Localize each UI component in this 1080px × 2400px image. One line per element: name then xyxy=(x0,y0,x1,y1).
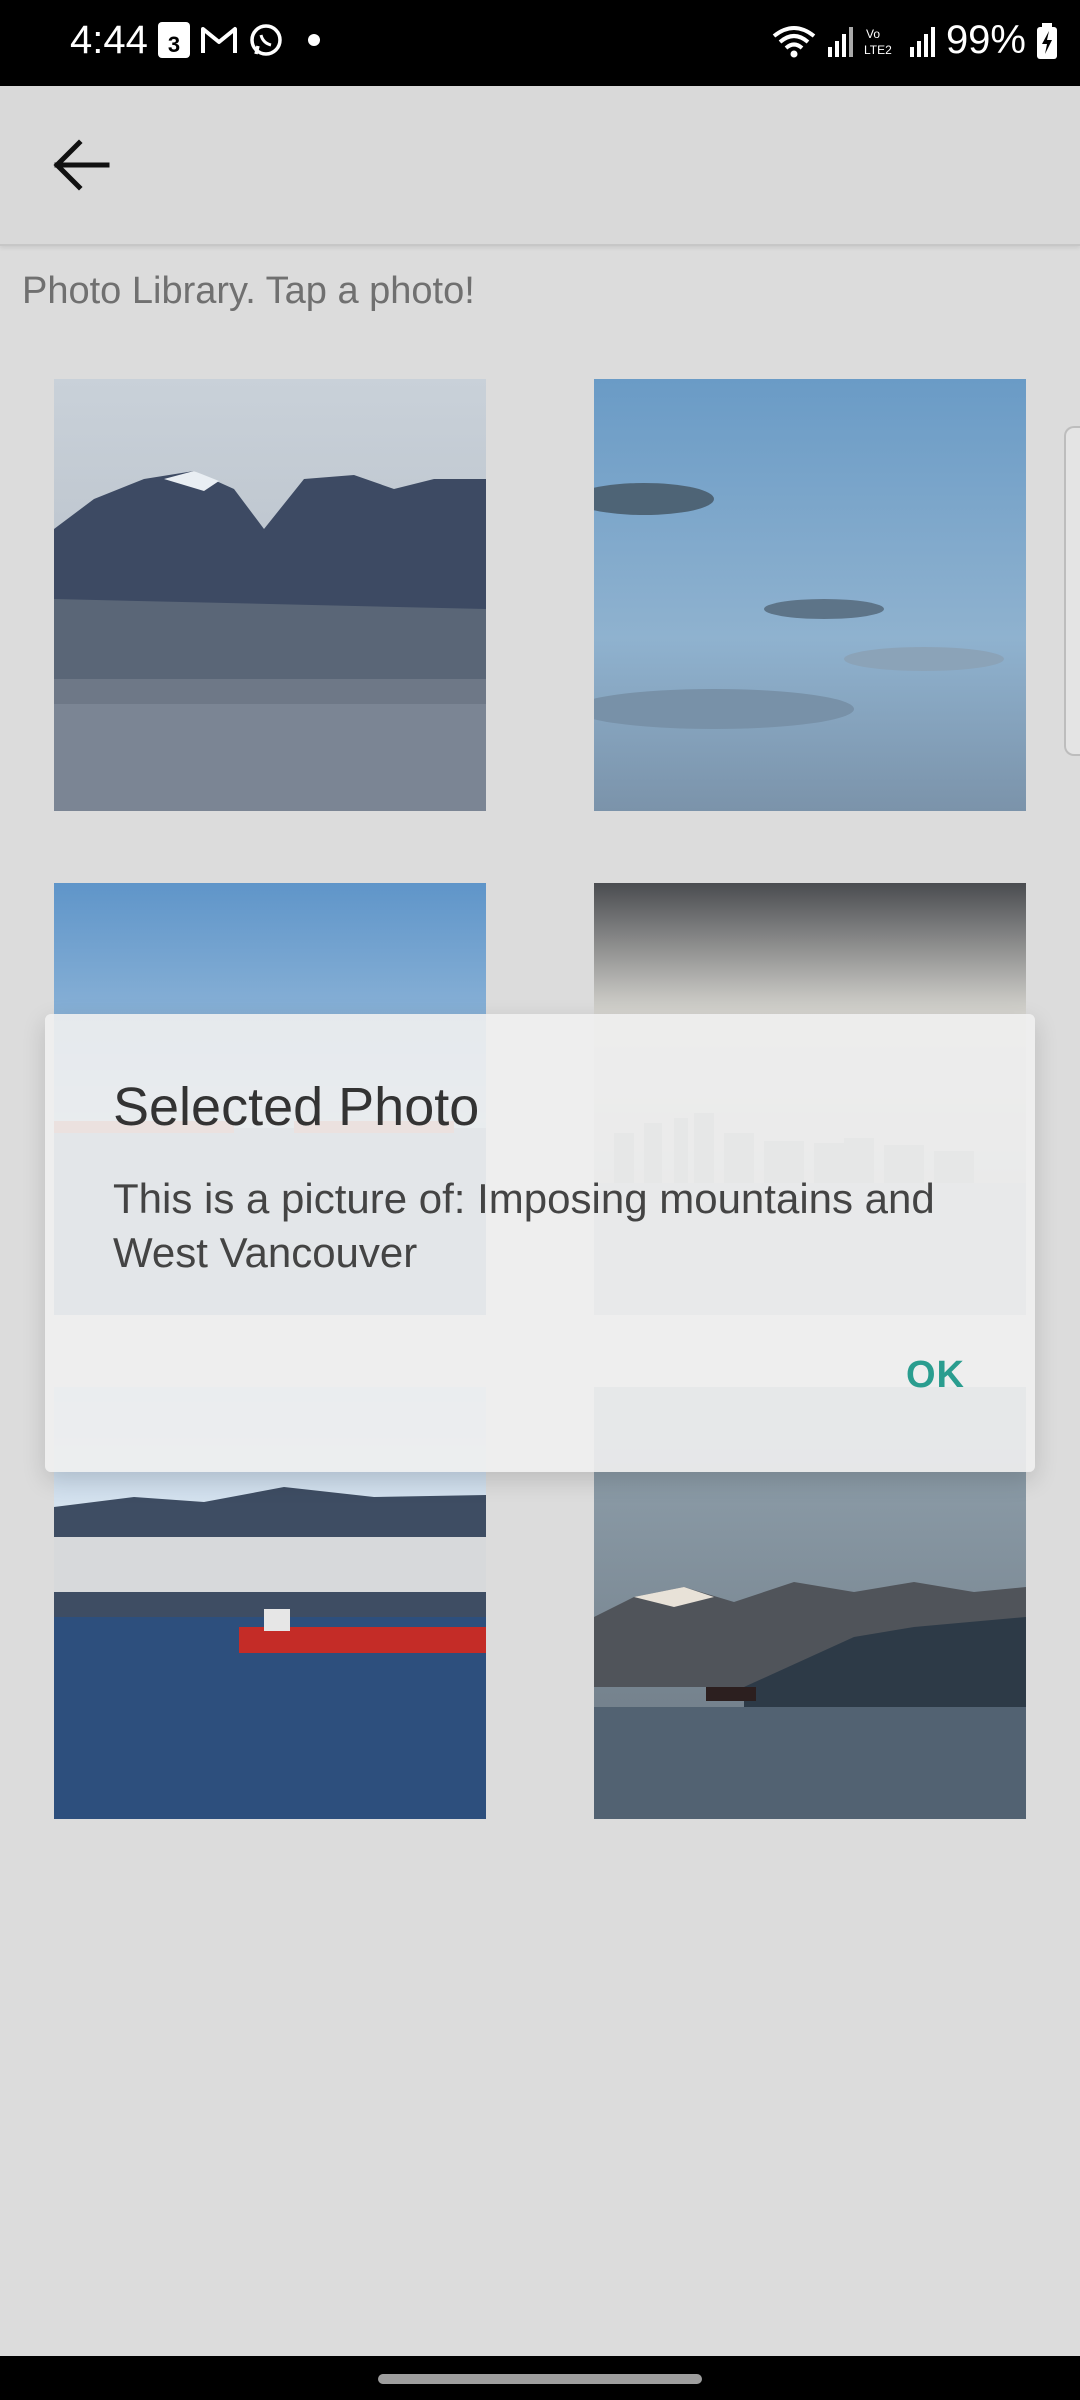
clock: 4:44 xyxy=(70,18,148,62)
status-bar: 4:44 3 Vo LTE2 99% xyxy=(0,0,1080,86)
svg-text:Vo: Vo xyxy=(866,27,880,41)
ok-button[interactable]: OK xyxy=(906,1354,965,1397)
whatsapp-icon xyxy=(250,24,282,56)
wifi-icon xyxy=(772,25,816,57)
home-gesture-handle[interactable] xyxy=(378,2374,702,2384)
dialog-title: Selected Photo xyxy=(113,1077,480,1137)
calendar-icon: 3 xyxy=(158,22,190,58)
notification-dot xyxy=(308,34,320,46)
dialog-message: This is a picture of: Imposing mountains… xyxy=(113,1175,935,1276)
selected-photo-dialog: Selected Photo This is a picture of: Imp… xyxy=(45,1014,1035,1472)
signal-icon xyxy=(909,26,935,57)
volte-icon: Vo LTE2 xyxy=(864,27,892,57)
notification-icons: 3 xyxy=(158,22,320,58)
signal-icon xyxy=(827,26,853,57)
gmail-icon xyxy=(201,27,237,53)
system-icons: Vo LTE2 99% xyxy=(772,18,1058,63)
navigation-bar xyxy=(0,2356,1080,2400)
svg-text:LTE2: LTE2 xyxy=(864,43,892,57)
battery-percent: 99% xyxy=(945,18,1026,62)
battery-charging-icon xyxy=(1037,22,1057,59)
